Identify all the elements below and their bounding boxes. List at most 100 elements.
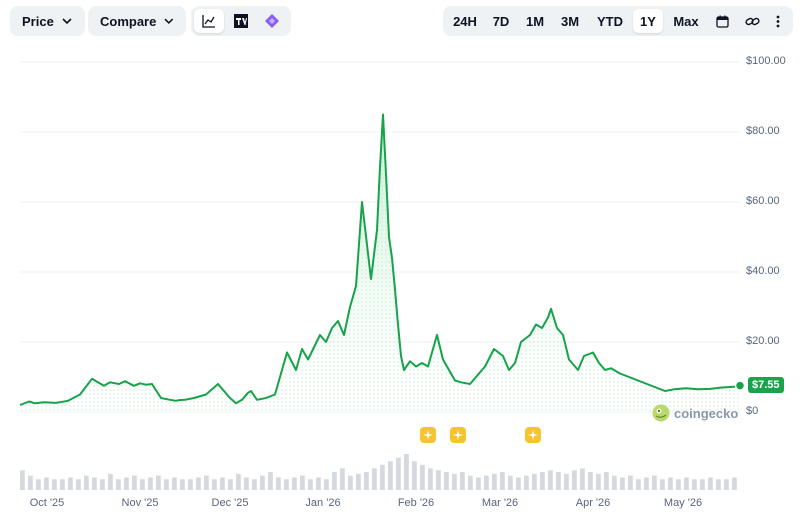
volume-bar [396, 457, 401, 490]
y-tick-label: $80.00 [746, 125, 780, 137]
volume-bar [156, 475, 161, 490]
volume-bar [324, 479, 329, 490]
x-tick-label: May '26 [663, 497, 703, 509]
volume-bar [340, 468, 345, 490]
volume-bar [708, 477, 713, 490]
volume-bar [140, 479, 145, 490]
volume-bar [604, 472, 609, 490]
volume-bar [460, 472, 465, 490]
volume-bar [204, 475, 209, 490]
volume-bar [356, 473, 361, 490]
volume-bar [52, 479, 57, 490]
x-tick-label: Nov '25 [121, 497, 159, 509]
volume-bar [572, 470, 577, 490]
volume-bar [348, 475, 353, 490]
current-price-badge: $7.55 [748, 377, 784, 393]
volume-bar [596, 473, 601, 490]
volume-bar [116, 479, 121, 490]
volume-bar [556, 472, 561, 490]
volume-bar [180, 479, 185, 490]
y-tick-label: $100.00 [746, 55, 786, 67]
volume-bar [388, 461, 393, 490]
coingecko-logo-icon [652, 404, 670, 422]
volume-bar [516, 477, 521, 490]
x-tick-label: Dec '25 [211, 497, 249, 509]
price-chart [19, 61, 746, 490]
volume-bar [188, 479, 193, 490]
x-tick-label: Feb '26 [397, 497, 435, 509]
volume-bar [692, 479, 697, 490]
volume-bar [260, 475, 265, 490]
volume-bar [132, 475, 137, 490]
volume-bar [60, 479, 65, 490]
sparkle-icon [528, 430, 538, 440]
volume-bar [36, 479, 41, 490]
volume-bar [684, 477, 689, 490]
volume-bar [508, 475, 513, 490]
current-price-dot [734, 380, 746, 391]
volume-bar [164, 479, 169, 490]
volume-bar [540, 472, 545, 490]
y-tick-label: $0 [746, 405, 759, 417]
volume-bar [372, 468, 377, 490]
sparkle-icon [423, 430, 433, 440]
volume-bar [44, 477, 49, 490]
volume-bar [148, 477, 153, 490]
volume-bar [236, 473, 241, 490]
volume-bar [548, 470, 553, 490]
volume-bar [484, 475, 489, 490]
x-tick-label: Mar '26 [481, 497, 519, 509]
volume-bar [732, 477, 737, 490]
coingecko-watermark: coingecko [652, 404, 738, 422]
volume-bar [276, 477, 281, 490]
volume-bar [612, 475, 617, 490]
volume-bar [284, 479, 289, 490]
volume-bar [468, 475, 473, 490]
volume-bar [524, 475, 529, 490]
volume-bar [172, 477, 177, 490]
volume-bar [716, 479, 721, 490]
volume-bar [700, 479, 705, 490]
volume-bar [364, 472, 369, 490]
volume-bar [428, 468, 433, 490]
volume-bar [244, 477, 249, 490]
volume-bar [196, 477, 201, 490]
volume-bar [476, 477, 481, 490]
volume-bar [660, 479, 665, 490]
volume-bar [404, 454, 409, 490]
x-tick-label: Oct '25 [29, 497, 65, 509]
volume-bar [436, 470, 441, 490]
volume-bar [268, 472, 273, 490]
volume-bar [580, 468, 585, 490]
y-tick-label: $20.00 [746, 335, 780, 347]
volume-bar [76, 479, 81, 490]
volume-bar [28, 475, 33, 490]
y-tick-label: $60.00 [746, 195, 780, 207]
volume-bar [300, 475, 305, 490]
volume-bar [220, 477, 225, 490]
volume-bar [380, 464, 385, 490]
volume-bar [452, 473, 457, 490]
event-marker[interactable] [450, 427, 466, 443]
volume-bar [108, 473, 113, 490]
x-tick-label: Jan '26 [305, 497, 341, 509]
volume-bar [628, 475, 633, 490]
volume-bar [412, 461, 417, 490]
volume-bar [308, 479, 313, 490]
event-marker[interactable] [420, 427, 436, 443]
event-marker[interactable] [525, 427, 541, 443]
volume-bar [228, 479, 233, 490]
volume-bar [620, 477, 625, 490]
volume-bar [92, 477, 97, 490]
watermark-text: coingecko [674, 405, 739, 421]
volume-bar [500, 472, 505, 490]
y-tick-label: $40.00 [746, 265, 780, 277]
volume-bar [212, 479, 217, 490]
volume-bar [676, 479, 681, 490]
volume-bar [564, 473, 569, 490]
volume-bar [68, 477, 73, 490]
volume-bar [252, 479, 257, 490]
volume-bar [652, 475, 657, 490]
volume-bar [636, 479, 641, 490]
volume-bar [84, 475, 89, 490]
